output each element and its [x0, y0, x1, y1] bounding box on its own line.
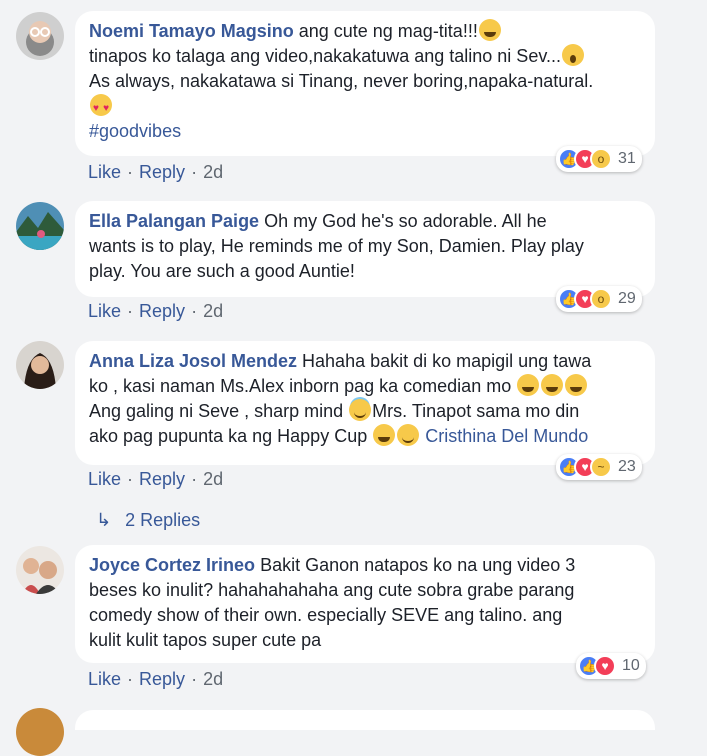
love-reaction-icon: ♥ [594, 655, 616, 677]
like-link[interactable]: Like [88, 162, 121, 182]
comment-text: comedy show of their own. especially SEV… [89, 605, 563, 625]
comment-text: ako pag pupunta ka ng Happy Cup [89, 426, 368, 446]
comment-text: Hahaha bakit di ko mapigil ung tawa [297, 351, 592, 371]
commenter-name[interactable]: Ella Palangan Paige [89, 211, 259, 231]
reactions-summary[interactable]: 👍 ♥ ~ 23 [556, 454, 642, 480]
comment-bubble: Joyce Cortez Irineo Bakit Ganon natapos … [75, 545, 655, 663]
avatar[interactable] [16, 341, 64, 389]
sad-reaction-icon: ~ [590, 456, 612, 478]
reactions-summary[interactable]: 👍 ♥ o 29 [556, 286, 642, 312]
separator: · [191, 301, 198, 321]
view-replies-link[interactable]: ↳ 2 Replies [96, 510, 200, 531]
comment-actions: Like · Reply · 2d [88, 469, 223, 490]
separator: · [127, 669, 134, 689]
comment-text: kulit kulit tapos super cute pa [89, 630, 322, 650]
comment-text: tinapos ko talaga ang video,nakakatuwa a… [89, 46, 561, 66]
avatar[interactable] [16, 12, 64, 60]
laughing-emoji [517, 374, 540, 396]
timestamp[interactable]: 2d [203, 469, 223, 489]
comment-line: Joyce Cortez Irineo Bakit Ganon natapos … [89, 553, 641, 578]
comment-bubble: Noemi Tamayo Magsino ang cute ng mag-tit… [75, 11, 655, 156]
comment-line: tinapos ko talaga ang video,nakakatuwa a… [89, 44, 641, 69]
replies-count-label: 2 Replies [125, 510, 201, 530]
comment-actions: Like · Reply · 2d [88, 669, 223, 690]
reply-link[interactable]: Reply [139, 469, 185, 489]
comment-text: ang cute ng mag-tita!!! [293, 21, 478, 41]
comment-text: Ang galing ni Seve , sharp mind [89, 401, 344, 421]
reactions-summary[interactable]: 👍 ♥ o 31 [556, 146, 642, 172]
comment-text: Oh my God he's so adorable. All he [259, 211, 547, 231]
comment-text: Mrs. Tinapot sama mo din [372, 401, 580, 421]
comment-line: Ang galing ni Seve , sharp mind Mrs. Tin… [89, 399, 641, 424]
comment-text: play. You are such a good Auntie! [89, 261, 355, 281]
timestamp[interactable]: 2d [203, 162, 223, 182]
avatar[interactable] [16, 546, 64, 594]
comment-line: Ella Palangan Paige Oh my God he's so ad… [89, 209, 641, 234]
commenter-name[interactable]: Anna Liza Josol Mendez [89, 351, 297, 371]
wow-reaction-icon: o [590, 148, 612, 170]
timestamp[interactable]: 2d [203, 669, 223, 689]
comment-text: Bakit Ganon natapos ko na ung video 3 [255, 555, 576, 575]
comment-line: Anna Liza Josol Mendez Hahaha bakit di k… [89, 349, 641, 374]
comment-line: Noemi Tamayo Magsino ang cute ng mag-tit… [89, 19, 641, 44]
comment-text: beses ko inulit? hahahahahaha ang cute s… [89, 580, 575, 600]
laughing-emoji [478, 19, 501, 41]
angel-emoji [349, 399, 372, 421]
like-link[interactable]: Like [88, 469, 121, 489]
comment-bubble: Ella Palangan Paige Oh my God he's so ad… [75, 201, 655, 297]
comment-actions: Like · Reply · 2d [88, 162, 223, 183]
comment-text: ko , kasi naman Ms.Alex inborn pag ka co… [89, 376, 512, 396]
separator: · [191, 469, 198, 489]
like-link[interactable]: Like [88, 301, 121, 321]
laughing-emoji [541, 374, 564, 396]
comment-text: wants is to play, He reminds me of my So… [89, 236, 584, 256]
avatar[interactable] [16, 708, 64, 756]
reply-link[interactable]: Reply [139, 162, 185, 182]
laughing-emoji [373, 424, 396, 446]
like-link[interactable]: Like [88, 669, 121, 689]
reply-link[interactable]: Reply [139, 301, 185, 321]
reply-arrow-icon: ↳ [96, 510, 112, 530]
comment-line [89, 94, 641, 121]
reaction-count: 29 [618, 290, 636, 307]
reaction-count: 31 [618, 150, 636, 167]
separator: · [127, 469, 134, 489]
smiling-emoji [397, 424, 420, 446]
separator: · [191, 669, 198, 689]
comment-bubble [75, 710, 655, 730]
separator: · [127, 162, 134, 182]
reactions-summary[interactable]: 👍 ♥ 10 [576, 653, 646, 679]
commenter-name[interactable]: Joyce Cortez Irineo [89, 555, 255, 575]
reaction-count: 23 [618, 458, 636, 475]
mention-link[interactable]: Cristhina Del Mundo [425, 426, 588, 446]
comment-text: As always, nakakatawa si Tinang, never b… [89, 71, 594, 91]
comment-bubble: Anna Liza Josol Mendez Hahaha bakit di k… [75, 341, 655, 465]
timestamp[interactable]: 2d [203, 301, 223, 321]
commenter-name[interactable]: Noemi Tamayo Magsino [89, 21, 294, 41]
reaction-count: 10 [622, 657, 640, 674]
separator: · [127, 301, 134, 321]
wow-emoji [562, 44, 584, 66]
heart-eyes-emoji [90, 94, 112, 121]
comment-line: ako pag pupunta ka ng Happy Cup Cristhin… [89, 424, 641, 449]
reply-link[interactable]: Reply [139, 669, 185, 689]
laughing-emoji [565, 374, 588, 396]
comment-actions: Like · Reply · 2d [88, 301, 223, 322]
wow-reaction-icon: o [590, 288, 612, 310]
comment-line: ko , kasi naman Ms.Alex inborn pag ka co… [89, 374, 641, 399]
avatar[interactable] [16, 202, 64, 250]
separator: · [191, 162, 198, 182]
hashtag-link[interactable]: #goodvibes [89, 119, 641, 144]
